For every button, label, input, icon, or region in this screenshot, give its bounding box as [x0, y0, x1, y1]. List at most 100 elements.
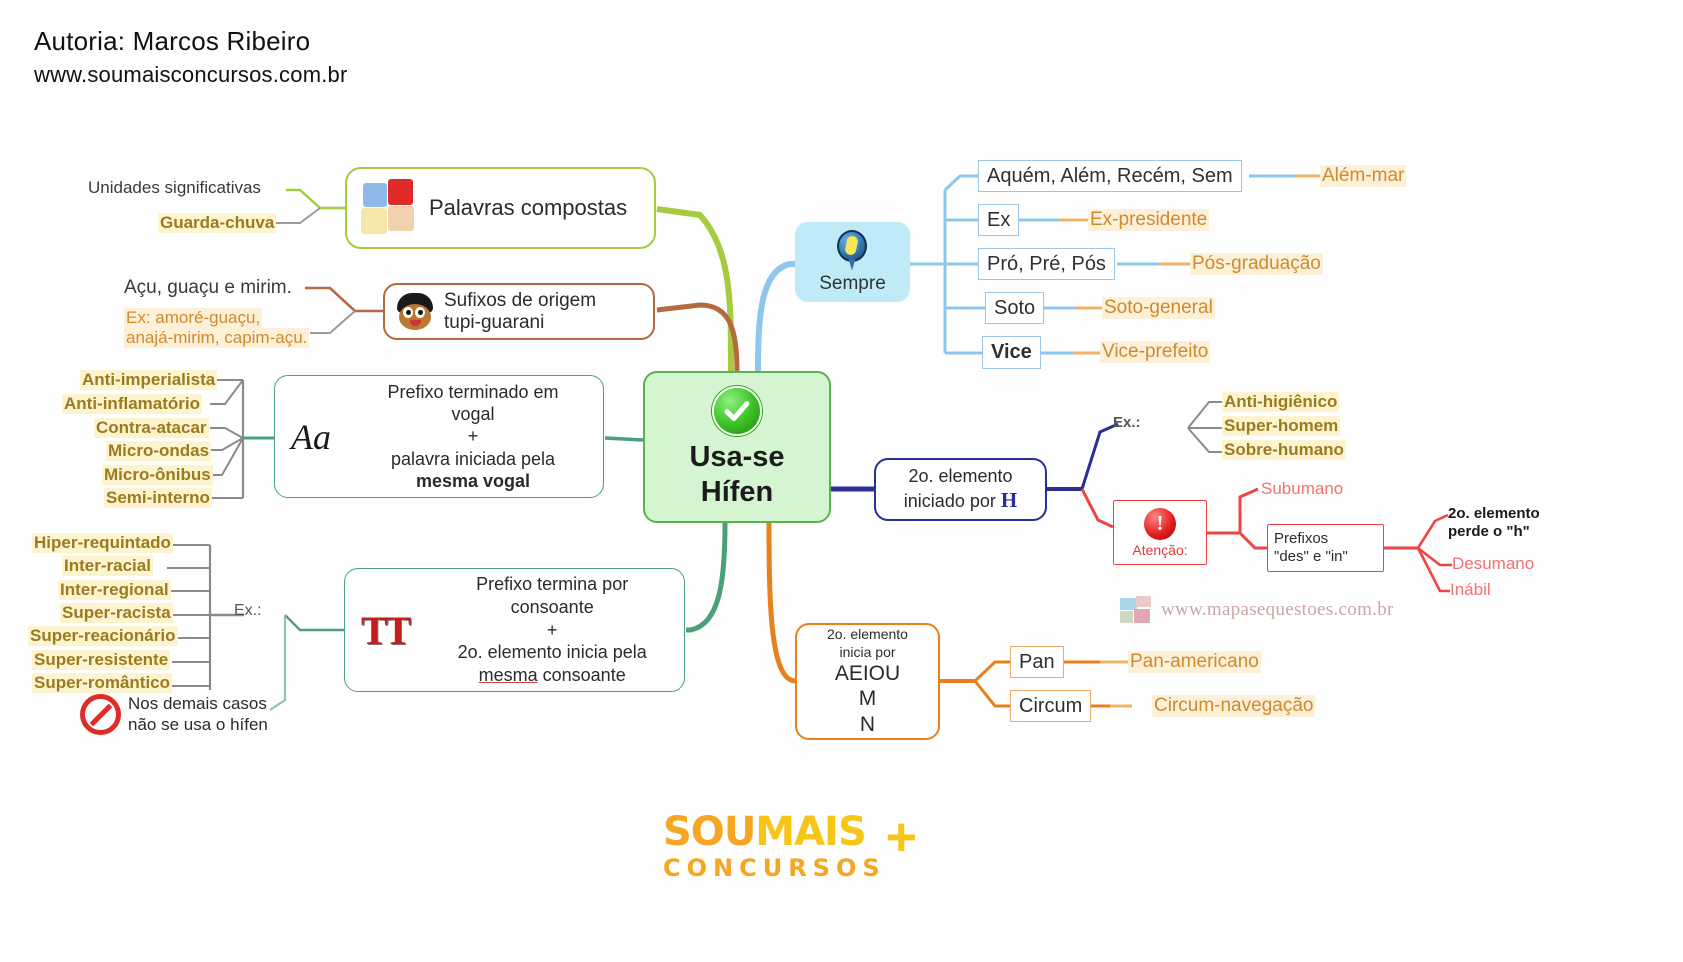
leaf-semi-interno: Semi-interno	[104, 488, 212, 508]
leaf-subumano: Subumano	[1261, 479, 1344, 498]
h-line2-prefix: iniciado por	[903, 491, 1001, 512]
node-prefixos-des-in[interactable]: Prefixos "des" e "in"	[1267, 524, 1384, 572]
leaf-super-racista: Super-racista	[60, 603, 173, 623]
consoante-line4-underline: mesma	[478, 665, 538, 685]
note-line2: não se usa o hífen	[128, 714, 268, 734]
leaf-hiper-requintado: Hiper-requintado	[32, 533, 173, 553]
logo-sou: SOU	[663, 809, 756, 855]
consoante-line1: Prefixo termina por	[476, 574, 629, 595]
chip-vice[interactable]: Vice	[982, 336, 1041, 369]
leaf-2o-elemento-perde-h: 2o. elemento perde o "h"	[1448, 505, 1540, 540]
chip-ex[interactable]: Ex	[978, 204, 1020, 236]
node-label: Prefixo termina por consoante + 2o. elem…	[420, 573, 684, 686]
consoante-line4-rest: consoante	[537, 665, 626, 685]
aeiou-line3: AEIOU	[834, 662, 901, 686]
footer-logo: SOUMAIS CONCURSOS +	[663, 807, 923, 884]
leaf-super-reacionario: Super-reacionário	[28, 626, 178, 646]
label-ex-h: Ex.:	[1113, 414, 1141, 431]
node-label: Sufixos de origem tupi-guarani	[444, 290, 596, 333]
leaf-soto-general: Soto-general	[1102, 297, 1215, 319]
leaf-micro-onibus: Micro-ônibus	[102, 465, 213, 485]
leaf-acu-guacu-mirim: Açu, guaçu e mirim.	[124, 277, 292, 298]
leaf-anti-higienico: Anti-higiênico	[1222, 392, 1340, 412]
leaf-anti-inflamatorio: Anti-inflamatório	[62, 394, 202, 414]
node-label: Sempre	[819, 272, 886, 294]
node-label: Palavras compostas	[429, 195, 628, 220]
green-check-icon	[712, 385, 762, 436]
h-line1: 2o. elemento	[908, 465, 1013, 486]
node-palavras-compostas[interactable]: Palavras compostas	[345, 167, 656, 249]
watermark-text: www.mapasequestoes.com.br	[1161, 599, 1394, 620]
logo-mais: MAIS	[755, 809, 866, 855]
chip-aquem-alem-recem-sem[interactable]: Aquém, Além, Recém, Sem	[978, 160, 1242, 192]
consoante-plus: +	[546, 619, 558, 640]
vogal-line2: vogal	[451, 404, 495, 425]
node-prefixo-terminado-vogal[interactable]: Aa Prefixo terminado em vogal + palavra …	[274, 375, 604, 498]
node-label: Atenção:	[1132, 541, 1188, 558]
puzzle-icon	[361, 179, 419, 237]
vogal-line4: mesma vogal	[415, 470, 531, 491]
logo-line2: CONCURSOS	[663, 854, 886, 882]
vogal-plus: +	[467, 426, 479, 447]
aeiou-line2: inicia por	[839, 643, 896, 660]
chip-circum[interactable]: Circum	[1010, 690, 1092, 722]
leaf-guarda-chuva: Guarda-chuva	[158, 213, 277, 233]
leaf-ex-amore-guacu: Ex: amoré-guaçu,	[124, 308, 263, 328]
leaf-vice-prefeito: Vice-prefeito	[1100, 341, 1211, 363]
leaf-super-homem: Super-homem	[1222, 416, 1341, 436]
vogal-line1: Prefixo terminado em	[387, 381, 559, 402]
node-sufixos-tupi-guarani[interactable]: Sufixos de origem tupi-guarani	[383, 283, 655, 340]
aeiou-line4: M	[858, 687, 877, 711]
tupi-label-line2: tupi-guarani	[444, 311, 545, 333]
note-nos-demais-casos: Nos demais casos não se usa o hífen	[80, 694, 268, 735]
magnifier-icon	[834, 229, 872, 272]
leaf-inter-racial: Inter-racial	[62, 556, 153, 576]
mindmap-canvas: Autoria: Marcos Ribeiro www.soumaisconcu…	[0, 0, 1683, 962]
desin-line2: "des" e "in"	[1274, 548, 1348, 565]
consoante-line2: consoante	[510, 596, 594, 617]
node-prefixo-termina-consoante[interactable]: TT Prefixo termina por consoante + 2o. e…	[344, 568, 685, 692]
aa-letter-icon: Aa	[291, 416, 331, 457]
author-line: Autoria: Marcos Ribeiro	[34, 26, 311, 56]
leaf-circum-navegacao: Circum-navegação	[1152, 695, 1316, 717]
aeiou-line5: N	[859, 712, 876, 736]
leaf-pos-graduacao: Pós-graduação	[1190, 253, 1323, 275]
central-node-usa-se-hifen[interactable]: Usa-se Hífen	[643, 371, 831, 523]
watermark-icon	[1120, 596, 1154, 624]
tt-letter-icon: TT	[361, 607, 411, 653]
prohibition-icon	[80, 694, 121, 735]
chip-soto[interactable]: Soto	[985, 292, 1045, 324]
leaf-anaja-mirim-capim-acu: anajá-mirim, capim-açu.	[124, 328, 310, 348]
website-line: www.soumaisconcursos.com.br	[34, 62, 348, 87]
node-label: Prefixo terminado em vogal + palavra ini…	[343, 381, 603, 493]
leaf-micro-ondas: Micro-ondas	[106, 441, 212, 461]
node-elemento-iniciado-por-h[interactable]: 2o. elemento iniciado por H	[874, 458, 1047, 521]
leaf-sobre-humano: Sobre-humano	[1222, 440, 1346, 460]
tupi-label-line1: Sufixos de origem	[444, 290, 597, 312]
logo-line1: SOUMAIS	[663, 812, 923, 852]
leaf-anti-imperialista: Anti-imperialista	[80, 370, 218, 390]
h-line2: iniciado por H	[904, 488, 1017, 513]
desin-line1: Prefixos	[1274, 530, 1329, 547]
watermark: www.mapasequestoes.com.br	[1120, 596, 1394, 624]
leaf-contra-atacar: Contra-atacar	[94, 418, 209, 438]
logo-plus-icon: +	[885, 807, 917, 867]
node-sempre[interactable]: Sempre	[795, 222, 910, 302]
central-title-line2: Hífen	[700, 476, 774, 508]
note-line1: Nos demais casos	[128, 694, 267, 714]
chip-pan[interactable]: Pan	[1010, 646, 1064, 678]
chip-pro-pre-pos[interactable]: Pró, Pré, Pós	[978, 248, 1115, 280]
h-letter: H	[1000, 488, 1018, 513]
node-atencao[interactable]: ! Atenção:	[1113, 500, 1207, 565]
vogal-line3: palavra iniciada pela	[390, 448, 556, 469]
note-text: Nos demais casos não se usa o hífen	[128, 694, 268, 735]
leaf-inter-regional: Inter-regional	[58, 580, 171, 600]
face-icon	[395, 292, 435, 331]
label-ex-consoante: Ex.:	[234, 602, 262, 619]
leaf-super-resistente: Super-resistente	[32, 650, 171, 670]
leaf-ex-presidente: Ex-presidente	[1088, 209, 1210, 231]
leaf-super-romantico: Super-romântico	[32, 673, 173, 693]
warning-icon: !	[1144, 507, 1176, 540]
node-elemento-inicia-aeiou[interactable]: 2o. elemento inicia por AEIOU M N	[795, 623, 940, 740]
leaf-inabil: Inábil	[1450, 580, 1491, 599]
